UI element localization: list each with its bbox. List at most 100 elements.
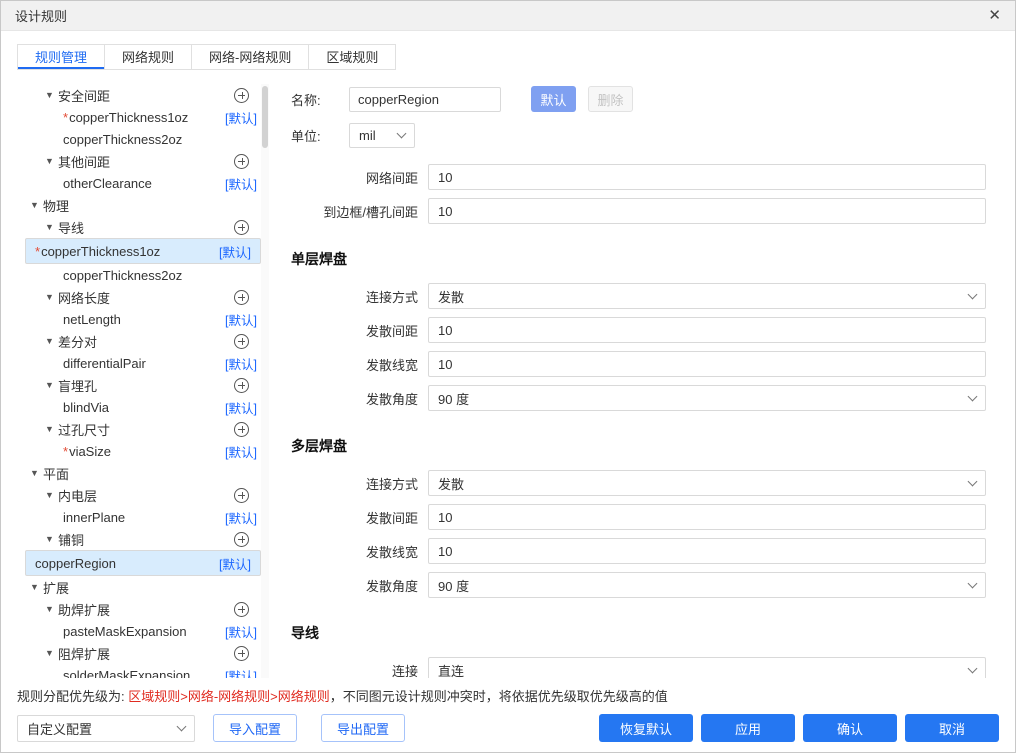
caret-down-icon[interactable]: ▼ [45, 425, 58, 434]
unit-select[interactable]: mil [349, 123, 415, 148]
add-rule-icon[interactable] [234, 290, 249, 305]
tree-group-row[interactable]: ▼其他间距 [25, 150, 261, 172]
default-button[interactable]: 默认 [531, 86, 576, 112]
tab-item-4[interactable]: 区域规则 [308, 44, 396, 70]
confirm-button[interactable]: 确认 [803, 714, 897, 742]
field-select[interactable]: 90 度 [428, 385, 986, 411]
field-label: 发散角度 [291, 389, 428, 408]
tree-group-row[interactable]: ▼网络长度 [25, 286, 261, 308]
add-rule-icon[interactable] [234, 88, 249, 103]
tree-group-row[interactable]: ▼阻焊扩展 [25, 642, 261, 664]
caret-down-icon[interactable]: ▼ [30, 583, 43, 592]
caret-down-icon[interactable]: ▼ [45, 223, 58, 232]
field-select[interactable]: 发散 [428, 283, 986, 309]
add-rule-icon[interactable] [234, 646, 249, 661]
tree-group-row[interactable]: ▼助焊扩展 [25, 598, 261, 620]
caret-down-icon[interactable]: ▼ [45, 293, 58, 302]
tree-rule-row[interactable]: copperThickness2oz [25, 264, 261, 286]
tree-item-label: 扩展 [43, 578, 69, 597]
tab-item-2[interactable]: 网络规则 [104, 44, 192, 70]
field-input[interactable] [428, 164, 986, 190]
caret-down-icon[interactable]: ▼ [45, 157, 58, 166]
default-badge: [默认] [225, 398, 257, 417]
cancel-button[interactable]: 取消 [905, 714, 999, 742]
caret-down-icon[interactable]: ▼ [45, 649, 58, 658]
tree-group-row[interactable]: ▼内电层 [25, 484, 261, 506]
caret-down-icon[interactable]: ▼ [45, 381, 58, 390]
form-field-row: 连接方式发散 [291, 470, 999, 496]
add-rule-icon[interactable] [234, 334, 249, 349]
field-label: 发散线宽 [291, 355, 428, 374]
tree-item-label: *copperThickness1oz [63, 110, 188, 125]
tree-rule-row[interactable]: pasteMaskExpansion[默认] [25, 620, 261, 642]
delete-button[interactable]: 删除 [588, 86, 633, 112]
tree-rule-row[interactable]: *copperThickness1oz[默认] [25, 238, 261, 264]
caret-down-icon[interactable]: ▼ [45, 91, 58, 100]
tree-rule-row[interactable]: blindVia[默认] [25, 396, 261, 418]
tree-group-row[interactable]: ▼导线 [25, 216, 261, 238]
tree-group-row[interactable]: ▼过孔尺寸 [25, 418, 261, 440]
chevron-down-icon [968, 663, 978, 673]
scrollbar-thumb[interactable] [262, 86, 268, 148]
caret-down-icon[interactable]: ▼ [45, 605, 58, 614]
tree-item-label: otherClearance [63, 176, 152, 191]
form-field-row: 发散线宽 [291, 351, 999, 377]
tree-group-row[interactable]: ▼平面 [25, 462, 261, 484]
add-rule-icon[interactable] [234, 220, 249, 235]
tab-item-1[interactable]: 规则管理 [17, 44, 105, 70]
tree-rule-row[interactable]: differentialPair[默认] [25, 352, 261, 374]
unit-select-value: mil [359, 128, 376, 143]
default-badge: [默认] [219, 554, 251, 573]
field-select[interactable]: 90 度 [428, 572, 986, 598]
select-value: 发散 [438, 287, 464, 306]
field-input[interactable] [428, 351, 986, 377]
field-input[interactable] [428, 504, 986, 530]
rule-name-input[interactable] [349, 87, 501, 112]
default-badge: [默认] [225, 666, 257, 679]
tree-rule-row[interactable]: *viaSize[默认] [25, 440, 261, 462]
default-badge: [默认] [225, 310, 257, 329]
config-select[interactable]: 自定义配置 [17, 715, 195, 742]
add-rule-icon[interactable] [234, 378, 249, 393]
field-input[interactable] [428, 198, 986, 224]
caret-down-icon[interactable]: ▼ [45, 491, 58, 500]
tree-rule-row[interactable]: netLength[默认] [25, 308, 261, 330]
add-rule-icon[interactable] [234, 154, 249, 169]
tree-scrollbar[interactable] [261, 84, 269, 678]
tree-rule-row[interactable]: *copperThickness1oz[默认] [25, 106, 261, 128]
tree-item-label: 差分对 [58, 332, 97, 351]
tree-group-row[interactable]: ▼差分对 [25, 330, 261, 352]
add-rule-icon[interactable] [234, 422, 249, 437]
field-select[interactable]: 发散 [428, 470, 986, 496]
restore-default-button[interactable]: 恢复默认 [599, 714, 693, 742]
tree-group-row[interactable]: ▼安全间距 [25, 84, 261, 106]
unit-row: 单位: mil [291, 123, 999, 148]
tree-rule-row[interactable]: otherClearance[默认] [25, 172, 261, 194]
caret-down-icon[interactable]: ▼ [30, 469, 43, 478]
field-input[interactable] [428, 538, 986, 564]
tab-item-3[interactable]: 网络-网络规则 [191, 44, 309, 70]
export-config-button[interactable]: 导出配置 [321, 714, 405, 742]
tree-group-row[interactable]: ▼扩展 [25, 576, 261, 598]
import-config-button[interactable]: 导入配置 [213, 714, 297, 742]
tree-group-row[interactable]: ▼盲埋孔 [25, 374, 261, 396]
tree-rule-row[interactable]: copperRegion[默认] [25, 550, 261, 576]
tree-group-row[interactable]: ▼物理 [25, 194, 261, 216]
tree-rule-row[interactable]: copperThickness2oz [25, 128, 261, 150]
tree-rule-row[interactable]: innerPlane[默认] [25, 506, 261, 528]
caret-down-icon[interactable]: ▼ [45, 337, 58, 346]
field-input[interactable] [428, 317, 986, 343]
add-rule-icon[interactable] [234, 488, 249, 503]
close-icon[interactable]: ✕ [988, 8, 1001, 23]
add-rule-icon[interactable] [234, 532, 249, 547]
caret-down-icon[interactable]: ▼ [30, 201, 43, 210]
tree-rule-row[interactable]: solderMaskExpansion[默认] [25, 664, 261, 678]
form-field-row: 发散角度90 度 [291, 385, 999, 411]
field-select[interactable]: 直连 [428, 657, 986, 678]
caret-down-icon[interactable]: ▼ [45, 535, 58, 544]
apply-button[interactable]: 应用 [701, 714, 795, 742]
tree-group-row[interactable]: ▼铺铜 [25, 528, 261, 550]
add-rule-icon[interactable] [234, 602, 249, 617]
default-badge: [默认] [225, 622, 257, 641]
form-field-row: 发散间距 [291, 317, 999, 343]
